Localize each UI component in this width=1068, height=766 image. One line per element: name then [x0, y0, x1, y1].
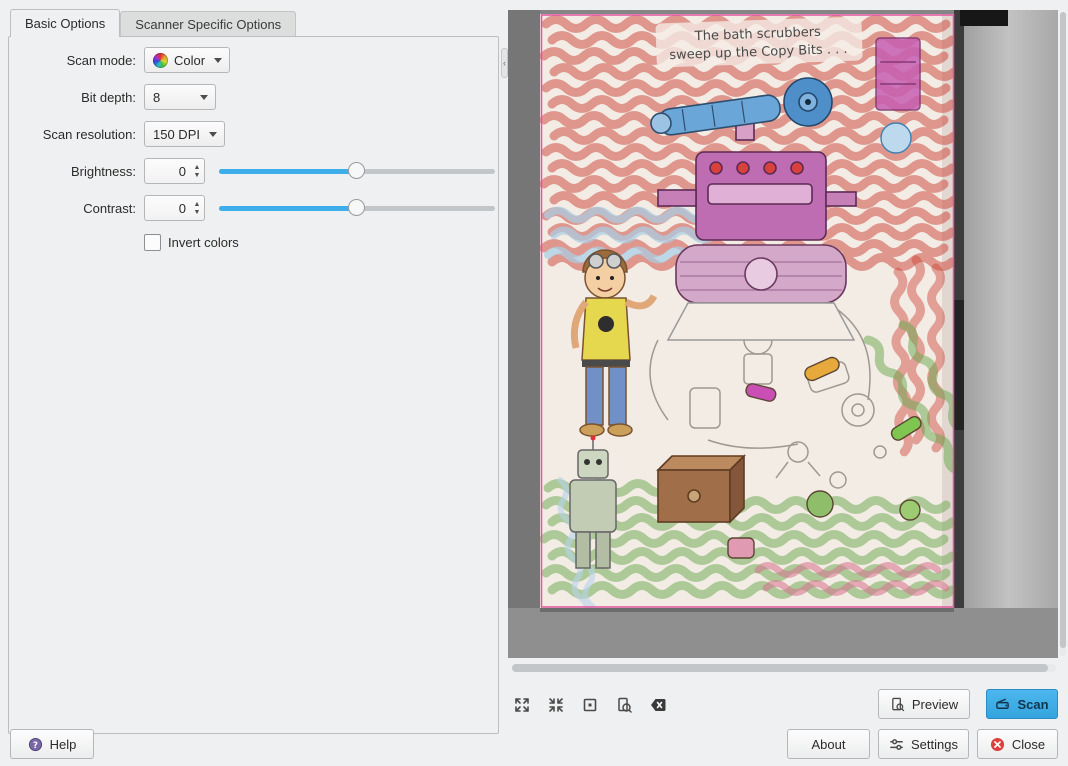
scan-resolution-label: Scan resolution:: [9, 127, 136, 142]
invert-colors-checkbox[interactable]: [144, 234, 161, 251]
scanner-icon: [995, 697, 1010, 712]
brightness-label: Brightness:: [9, 164, 136, 179]
chevron-down-icon: [214, 58, 222, 63]
bit-depth-row: Bit depth: 8: [9, 84, 498, 110]
spinbox-arrows[interactable]: ▲▼: [190, 196, 204, 220]
scanned-image[interactable]: The bath scrubbers sweep up the Copy Bit…: [508, 10, 1058, 658]
chevron-down-icon: [209, 132, 217, 137]
scan-mode-value: Color: [174, 53, 205, 68]
close-button[interactable]: Close: [977, 729, 1058, 759]
options-tabbar: Basic Options Scanner Specific Options: [10, 10, 296, 37]
basic-options-panel: Scan mode: Color Bit depth: 8 Scan resol…: [8, 36, 499, 734]
slider-thumb[interactable]: [348, 162, 365, 179]
splitter-handle[interactable]: ‹: [501, 48, 508, 78]
scan-resolution-value: 150 DPI: [153, 127, 200, 142]
scan-mode-row: Scan mode: Color: [9, 47, 498, 73]
zoom-in-selection-icon[interactable]: [512, 696, 531, 715]
bit-depth-combobox[interactable]: 8: [144, 84, 216, 110]
contrast-slider[interactable]: [219, 195, 495, 221]
chevron-down-icon: [200, 95, 208, 100]
contrast-spinbox[interactable]: 0 ▲▼: [144, 195, 205, 221]
scan-mode-combobox[interactable]: Color: [144, 47, 230, 73]
bit-depth-value: 8: [153, 90, 160, 105]
settings-sliders-icon: [889, 737, 904, 752]
document-zoom-icon[interactable]: [614, 696, 633, 715]
invert-colors-row: Invert colors: [144, 232, 498, 252]
preview-toolbar: [512, 695, 667, 715]
zoom-fit-best-icon[interactable]: [580, 696, 599, 715]
scan-preview-area[interactable]: The bath scrubbers sweep up the Copy Bit…: [508, 10, 1058, 658]
contrast-label: Contrast:: [9, 201, 136, 216]
scan-resolution-row: Scan resolution: 150 DPI: [9, 121, 498, 147]
tab-scanner-specific-options[interactable]: Scanner Specific Options: [120, 11, 296, 37]
about-button[interactable]: About: [787, 729, 870, 759]
brightness-value: 0: [145, 159, 190, 183]
svg-text:?: ?: [33, 739, 38, 749]
close-icon: [990, 737, 1005, 752]
slider-fill: [219, 169, 357, 174]
tab-basic-options[interactable]: Basic Options: [10, 9, 120, 37]
document-preview-icon: [890, 697, 905, 712]
brightness-spinbox[interactable]: 0 ▲▼: [144, 158, 205, 184]
contrast-value: 0: [145, 196, 190, 220]
scan-resolution-combobox[interactable]: 150 DPI: [144, 121, 225, 147]
brightness-row: Brightness: 0 ▲▼: [9, 158, 498, 184]
color-wheel-icon: [153, 53, 168, 68]
invert-colors-label: Invert colors: [168, 235, 239, 250]
spinbox-arrows[interactable]: ▲▼: [190, 159, 204, 183]
preview-button[interactable]: Preview: [878, 689, 970, 719]
slider-fill: [219, 206, 357, 211]
preview-horizontal-scrollbar[interactable]: [512, 664, 1056, 672]
brightness-slider[interactable]: [219, 158, 495, 184]
settings-button[interactable]: Settings: [878, 729, 969, 759]
bit-depth-label: Bit depth:: [9, 90, 136, 105]
slider-thumb[interactable]: [348, 199, 365, 216]
clear-selections-icon[interactable]: [648, 696, 667, 715]
scan-button[interactable]: Scan: [986, 689, 1058, 719]
help-icon: ?: [28, 737, 43, 752]
contrast-row: Contrast: 0 ▲▼: [9, 195, 498, 221]
scan-mode-label: Scan mode:: [9, 53, 136, 68]
preview-vertical-scrollbar[interactable]: [1060, 12, 1066, 656]
help-button[interactable]: ? Help: [10, 729, 94, 759]
zoom-out-selection-icon[interactable]: [546, 696, 565, 715]
